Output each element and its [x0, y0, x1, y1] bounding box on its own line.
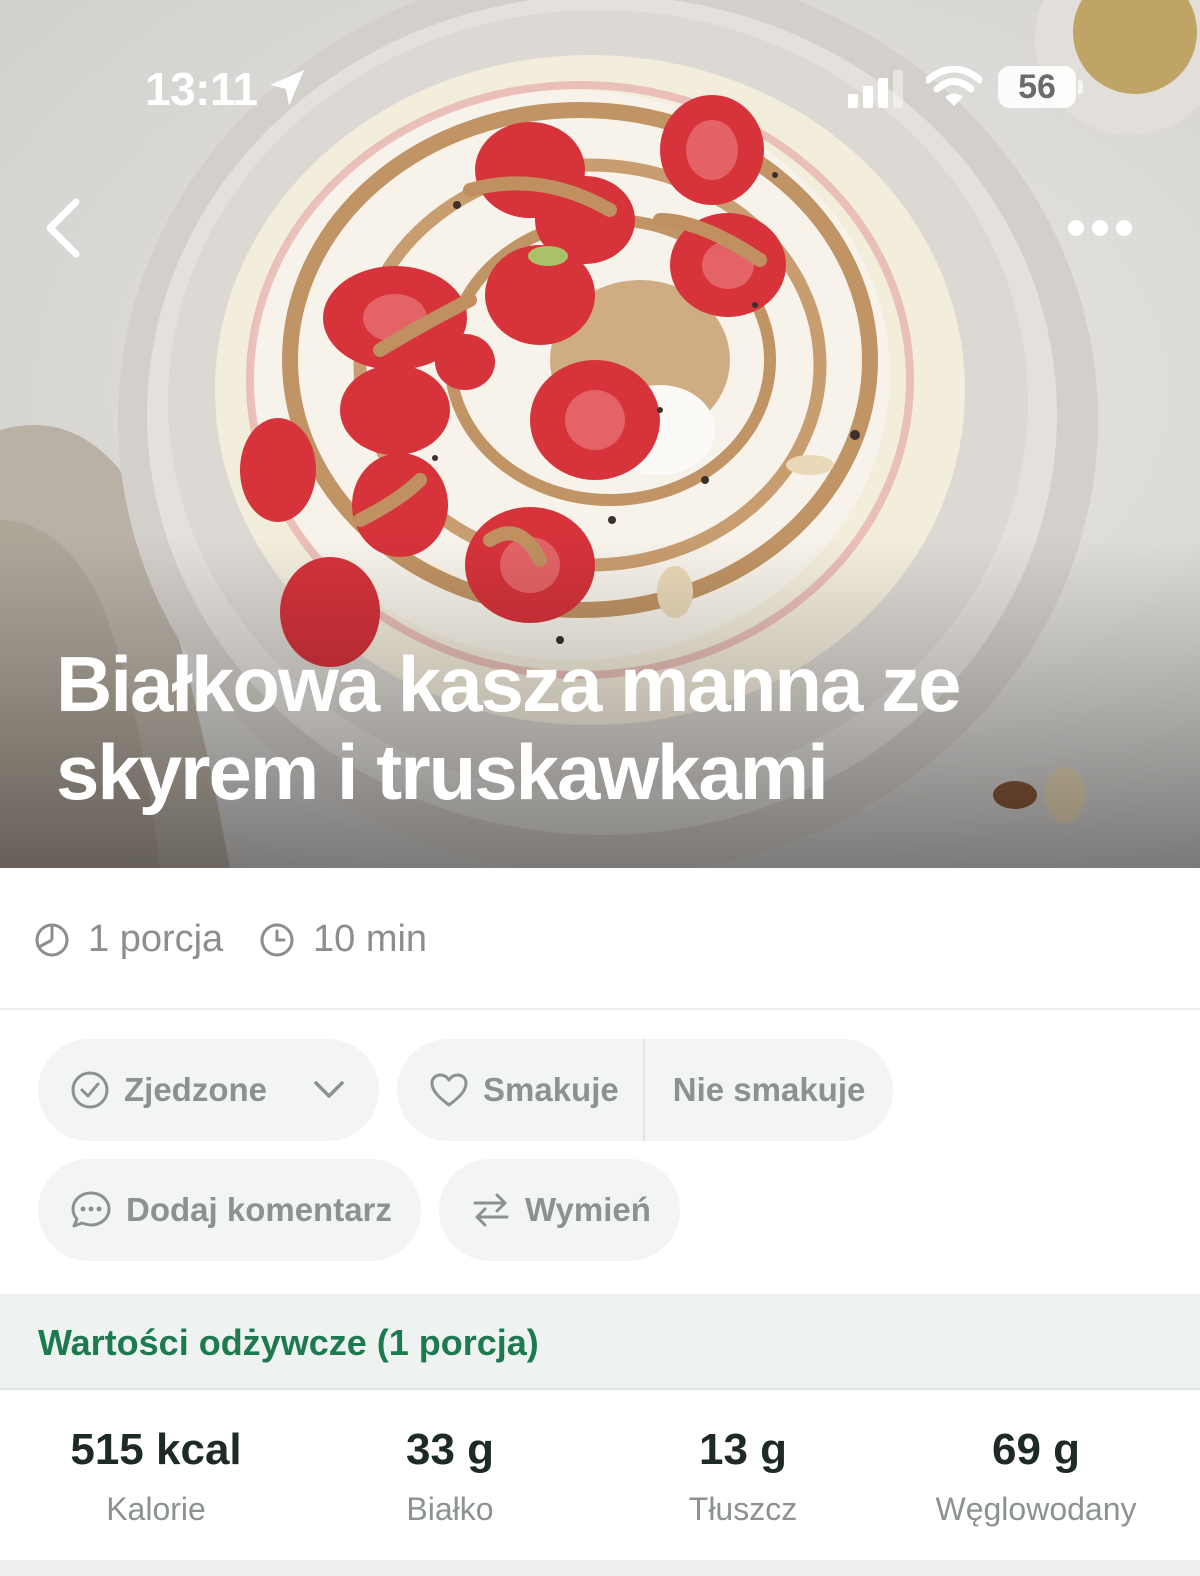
- signal-icon: [848, 70, 903, 108]
- nutrition-value: 13 g: [698, 1425, 788, 1474]
- swap-button[interactable]: Wymień: [439, 1159, 680, 1261]
- check-circle-icon: [71, 1071, 109, 1109]
- nutrition-value: 515 kcal: [70, 1425, 242, 1474]
- recipe-meta: 1 porcja 10 min: [0, 868, 1200, 1010]
- like-label: Smakuje: [483, 1071, 619, 1108]
- battery-indicator: 56: [998, 66, 1076, 108]
- section-divider: [0, 1560, 1200, 1576]
- swap-content: Wymień: [439, 1159, 677, 1261]
- nutrition-item-calories: 515 kcal Kalorie: [6, 1425, 306, 1528]
- swap-label: Wymień: [525, 1191, 651, 1228]
- swap-arrows-icon: [473, 1193, 509, 1227]
- more-options-button[interactable]: [1060, 208, 1140, 248]
- back-button[interactable]: [36, 196, 92, 260]
- clock-icon: [260, 923, 294, 956]
- nutrition-item-protein: 33 g Białko: [300, 1425, 600, 1528]
- comment-button[interactable]: Dodaj komentarz: [38, 1159, 421, 1261]
- time-info: 10 min: [259, 918, 427, 961]
- eaten-dropdown-button[interactable]: [289, 1039, 383, 1141]
- nutrition-label: Tłuszcz: [688, 1491, 798, 1527]
- like-button[interactable]: Smakuje: [397, 1039, 643, 1141]
- comment-icon: [71, 1191, 111, 1228]
- nutrition-item-carbs: 69 g Węglowodany: [886, 1425, 1186, 1528]
- chevron-down-icon: [314, 1081, 344, 1098]
- heart-icon: [430, 1073, 468, 1107]
- portions-text: 1 porcja: [88, 918, 224, 960]
- portions-info: 1 porcja: [34, 918, 223, 961]
- battery-nub: [1078, 80, 1083, 94]
- dislike-label: Nie smakuje: [672, 1071, 866, 1108]
- nutrition-label: Białko: [406, 1491, 494, 1527]
- comment-content: Dodaj komentarz: [38, 1159, 418, 1261]
- time-text: 10 min: [313, 918, 428, 960]
- eaten-label: Zjedzone: [124, 1071, 268, 1108]
- recipe-title: Białkowa kasza manna ze skyrem i truskaw…: [56, 640, 961, 816]
- dislike-button[interactable]: Nie smakuje: [645, 1039, 892, 1141]
- location-arrow-icon: [270, 70, 304, 106]
- pie-icon: [35, 923, 69, 956]
- nutrition-label: Węglowodany: [935, 1491, 1137, 1527]
- eaten-pill: Zjedzone: [38, 1039, 379, 1141]
- eaten-button[interactable]: Zjedzone: [38, 1039, 289, 1141]
- nutrition-item-fat: 13 g Tłuszcz: [593, 1425, 893, 1528]
- nutrition-header: Wartości odżywcze (1 porcja): [0, 1294, 1200, 1390]
- wifi-icon: [926, 66, 982, 106]
- rating-pill: Smakuje Nie smakuje: [397, 1039, 893, 1141]
- nutrition-label: Kalorie: [106, 1491, 206, 1527]
- nutrition-value: 69 g: [991, 1425, 1081, 1474]
- comment-label: Dodaj komentarz: [126, 1191, 392, 1228]
- nutrition-value: 33 g: [405, 1425, 495, 1474]
- nutrition-title: Wartości odżywcze (1 porcja): [38, 1322, 539, 1363]
- status-time: 13:11: [145, 63, 258, 115]
